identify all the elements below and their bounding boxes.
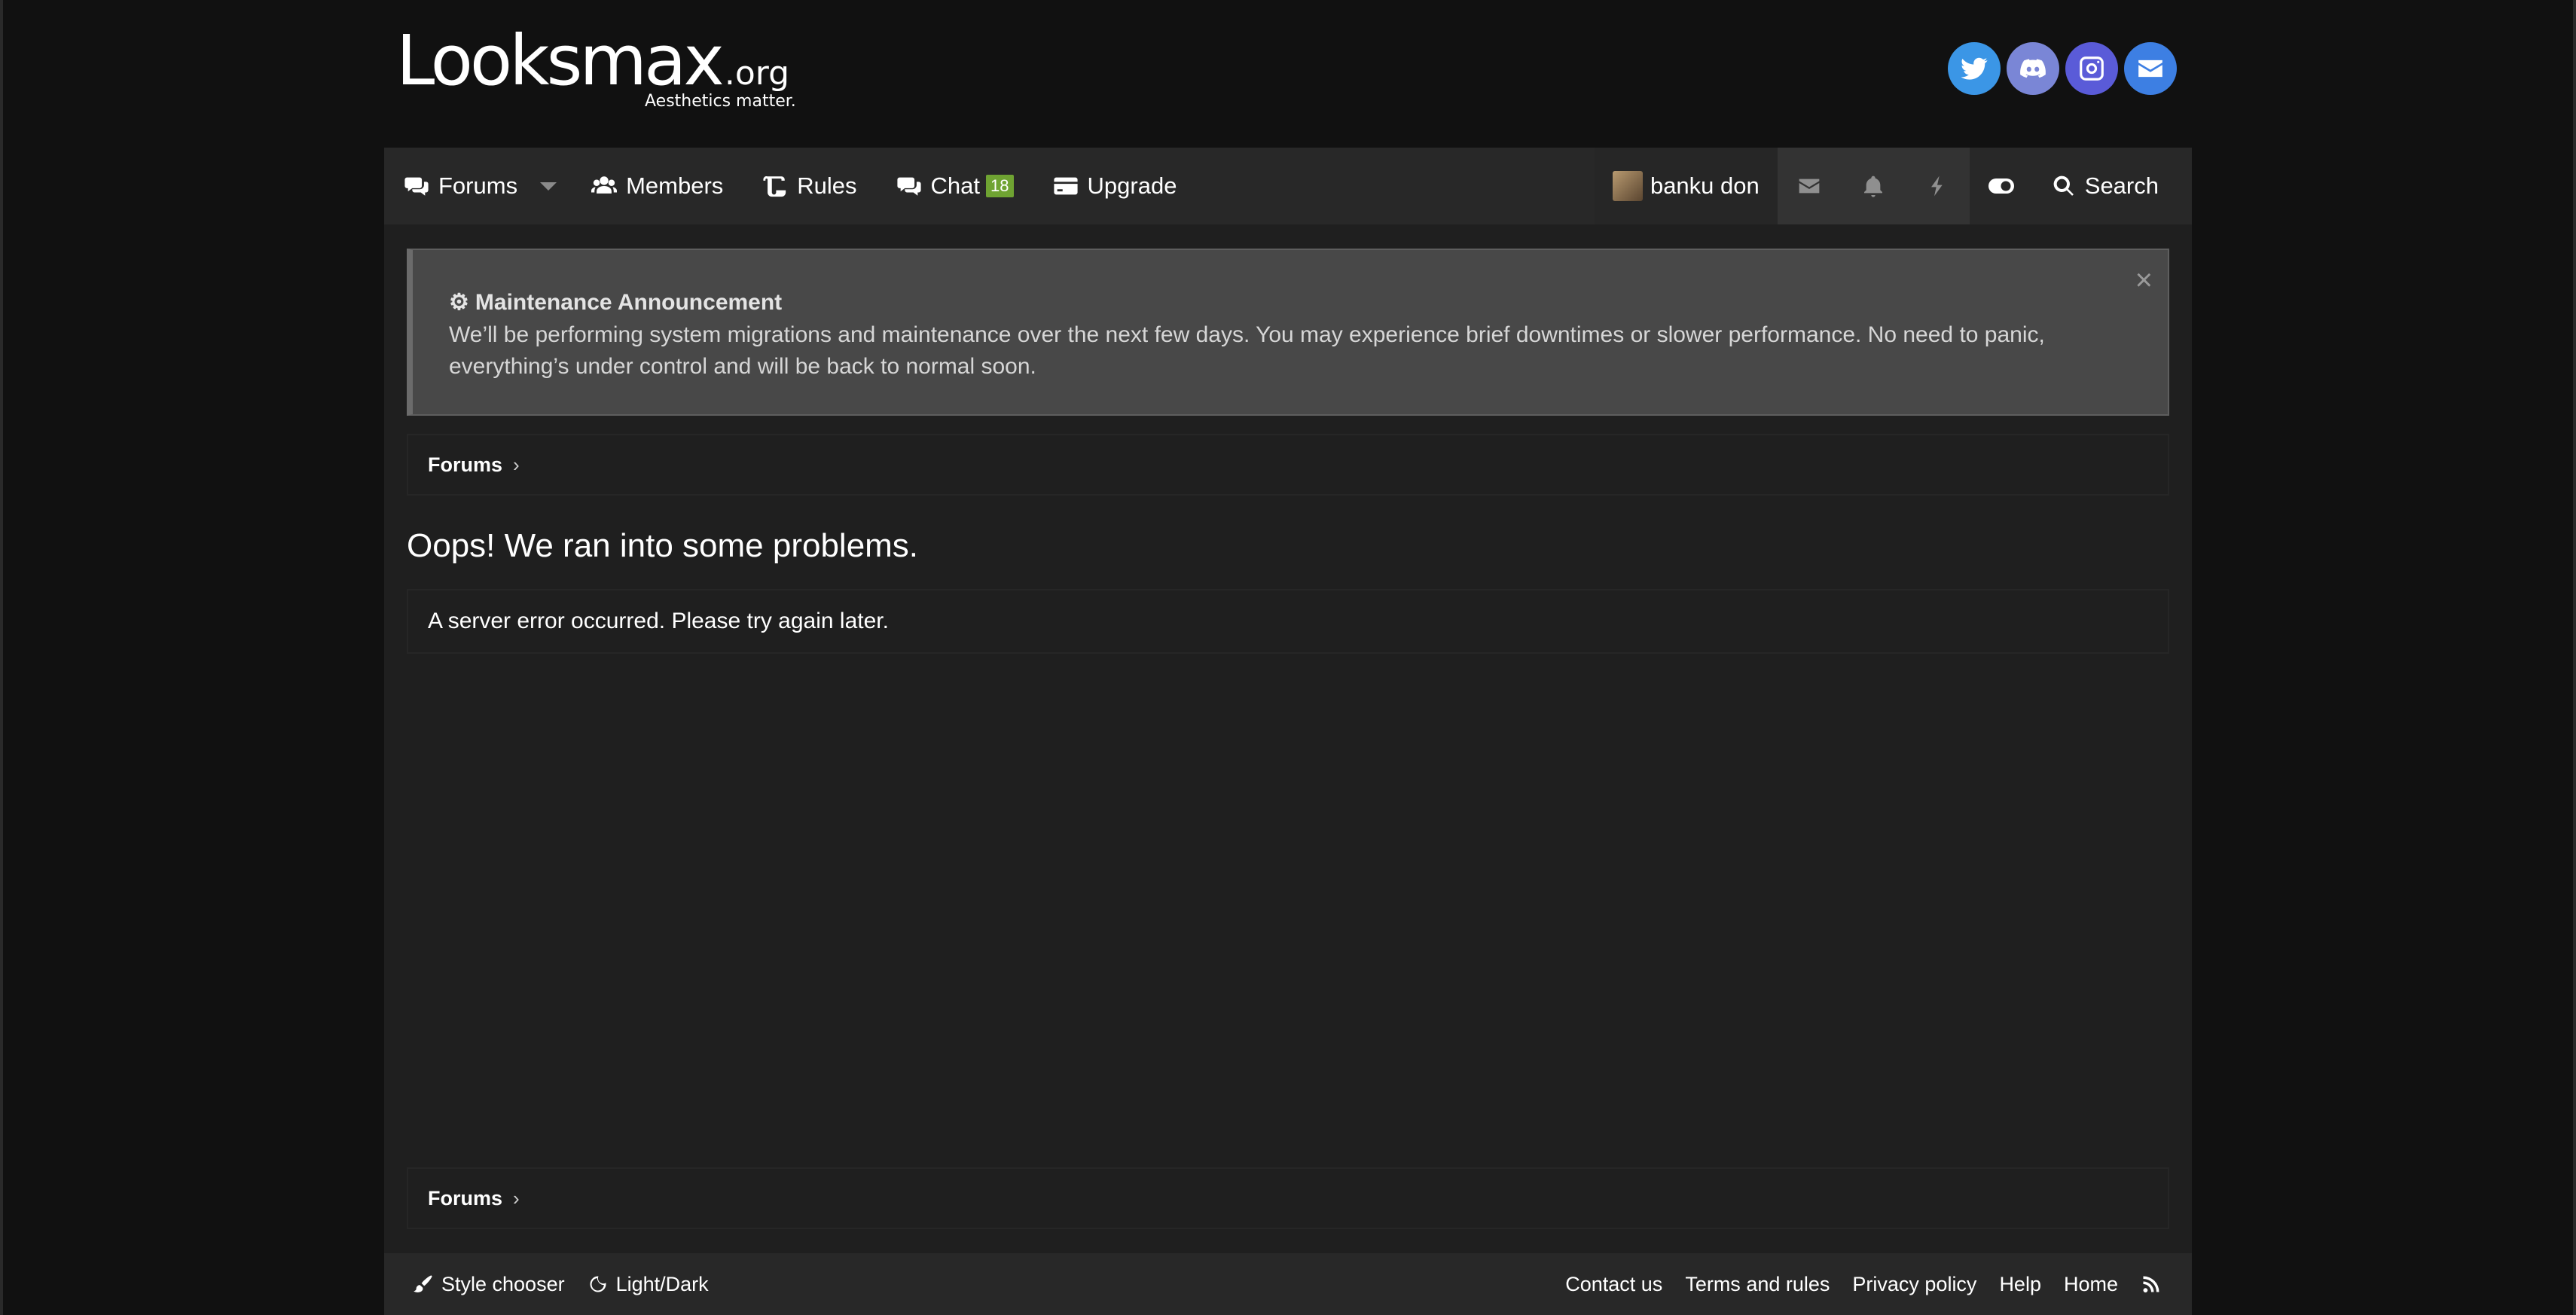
- gear-icon: ⚙: [449, 290, 469, 315]
- nav-upgrade[interactable]: Upgrade: [1033, 148, 1197, 224]
- search-button[interactable]: Search: [2034, 148, 2192, 224]
- footer-link-help[interactable]: Help: [1999, 1273, 2041, 1296]
- envelope-icon: [1799, 178, 1820, 194]
- footer-link-home[interactable]: Home: [2064, 1273, 2118, 1296]
- bell-icon: [1864, 175, 1883, 197]
- nav-chat-label: Chat: [930, 172, 981, 199]
- twitter-icon[interactable]: [1948, 42, 2001, 95]
- whats-new-button[interactable]: [1905, 148, 1970, 224]
- site-logo[interactable]: Looksmax.org Aesthetics matter.: [396, 20, 796, 117]
- nav-chat[interactable]: Chat 18: [877, 148, 1033, 224]
- breadcrumb: Forums ›: [407, 434, 2169, 496]
- inbox-button[interactable]: [1777, 148, 1842, 224]
- nav-upgrade-label: Upgrade: [1087, 172, 1177, 199]
- light-dark-link[interactable]: Light/Dark: [588, 1273, 709, 1296]
- username: banku don: [1650, 172, 1760, 199]
- logo-domain: .org: [724, 54, 790, 93]
- search-label: Search: [2084, 172, 2159, 199]
- site-footer: Style chooser Light/Dark Contact us Term…: [384, 1253, 2192, 1315]
- light-dark-label: Light/Dark: [615, 1272, 709, 1295]
- forums-dropdown-toggle[interactable]: [537, 148, 572, 224]
- user-navigation: banku don Search: [1594, 148, 2192, 224]
- account-menu[interactable]: banku don: [1594, 148, 1778, 224]
- footer-link-privacy[interactable]: Privacy policy: [1852, 1273, 1976, 1296]
- page-title: Oops! We ran into some problems.: [407, 527, 919, 564]
- style-chooser-label: Style chooser: [441, 1272, 565, 1295]
- credit-card-icon: [1053, 177, 1078, 195]
- notice-title-text: Maintenance Announcement: [475, 289, 783, 315]
- main-navigation: Forums Members Rules Chat 18 Upgrade ban…: [384, 148, 2192, 224]
- toggle-icon: [1988, 178, 2015, 194]
- error-message: A server error occurred. Please try agai…: [407, 589, 2169, 654]
- search-icon: [2053, 175, 2074, 196]
- discord-icon[interactable]: [2007, 42, 2059, 95]
- avatar: [1612, 171, 1643, 201]
- main-content: ⚙ Maintenance Announcement We’ll be perf…: [384, 224, 2192, 1253]
- notice-title: ⚙ Maintenance Announcement: [449, 289, 782, 316]
- paint-brush-icon: [414, 1275, 432, 1292]
- breadcrumb-bottom: Forums ›: [407, 1167, 2169, 1229]
- footer-link-contact[interactable]: Contact us: [1565, 1273, 1662, 1296]
- maintenance-notice: ⚙ Maintenance Announcement We’ll be perf…: [407, 249, 2169, 416]
- scroll-icon: [763, 176, 786, 197]
- instagram-icon[interactable]: [2065, 42, 2118, 95]
- email-icon[interactable]: [2124, 42, 2177, 95]
- notice-body: We’ll be performing system migrations an…: [449, 322, 2045, 379]
- alerts-button[interactable]: [1841, 148, 1906, 224]
- breadcrumb-forums-bottom[interactable]: Forums: [428, 1187, 502, 1210]
- comments-icon: [404, 177, 429, 196]
- bolt-icon: [1931, 175, 1943, 197]
- close-icon[interactable]: ×: [2135, 264, 2153, 297]
- social-links: [1948, 42, 2177, 95]
- footer-link-terms[interactable]: Terms and rules: [1685, 1273, 1830, 1296]
- caret-down-icon: [540, 182, 557, 191]
- breadcrumb-forums[interactable]: Forums: [428, 453, 502, 477]
- chat-icon: [896, 177, 921, 196]
- nav-forums-label: Forums: [438, 172, 518, 199]
- moon-icon: [590, 1276, 606, 1292]
- logo-tagline: Aesthetics matter.: [645, 92, 796, 111]
- window-edge-right: [2573, 0, 2576, 1315]
- site-header: Looksmax.org Aesthetics matter.: [384, 0, 2192, 148]
- nav-forums[interactable]: Forums: [384, 148, 537, 224]
- logo-wordmark: Looksmax: [396, 20, 725, 101]
- window-edge-left: [0, 0, 3, 1315]
- nav-rules-label: Rules: [797, 172, 857, 199]
- nav-rules[interactable]: Rules: [743, 148, 876, 224]
- theme-toggle[interactable]: [1970, 148, 2034, 224]
- nav-members[interactable]: Members: [572, 148, 743, 224]
- chevron-right-icon: ›: [513, 1186, 520, 1210]
- chat-count-badge: 18: [986, 175, 1014, 197]
- nav-members-label: Members: [626, 172, 724, 199]
- rss-icon[interactable]: [2141, 1274, 2162, 1295]
- chevron-right-icon: ›: [513, 453, 520, 476]
- style-chooser-link[interactable]: Style chooser: [413, 1273, 565, 1296]
- users-icon: [591, 176, 618, 194]
